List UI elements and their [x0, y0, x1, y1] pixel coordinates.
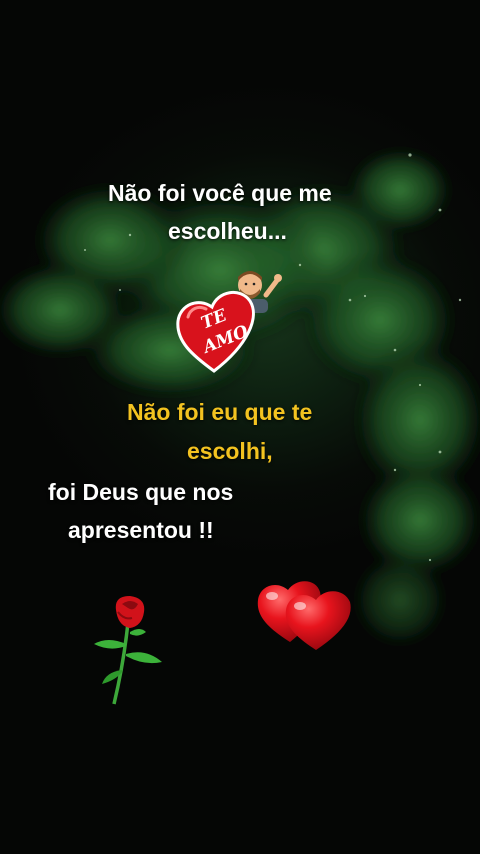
te-amo-sticker: TE AMO: [174, 265, 286, 377]
caption-line-2: escolheu...: [168, 218, 287, 244]
te-amo-heart-icon: TE AMO: [176, 291, 255, 373]
caption-line-6: apresentou !!: [68, 517, 214, 543]
red-rose-icon: [88, 592, 170, 707]
caption-line-3: Não foi eu que te: [127, 399, 313, 425]
video-frame: Não foi você que me escolheu... TE AMO N…: [0, 0, 480, 854]
caption-line-5: foi Deus que nos: [48, 479, 234, 505]
caption-line-1: Não foi você que me: [108, 180, 332, 206]
double-hearts-icon: [254, 576, 356, 654]
caption-line-4: escolhi,: [187, 438, 273, 464]
